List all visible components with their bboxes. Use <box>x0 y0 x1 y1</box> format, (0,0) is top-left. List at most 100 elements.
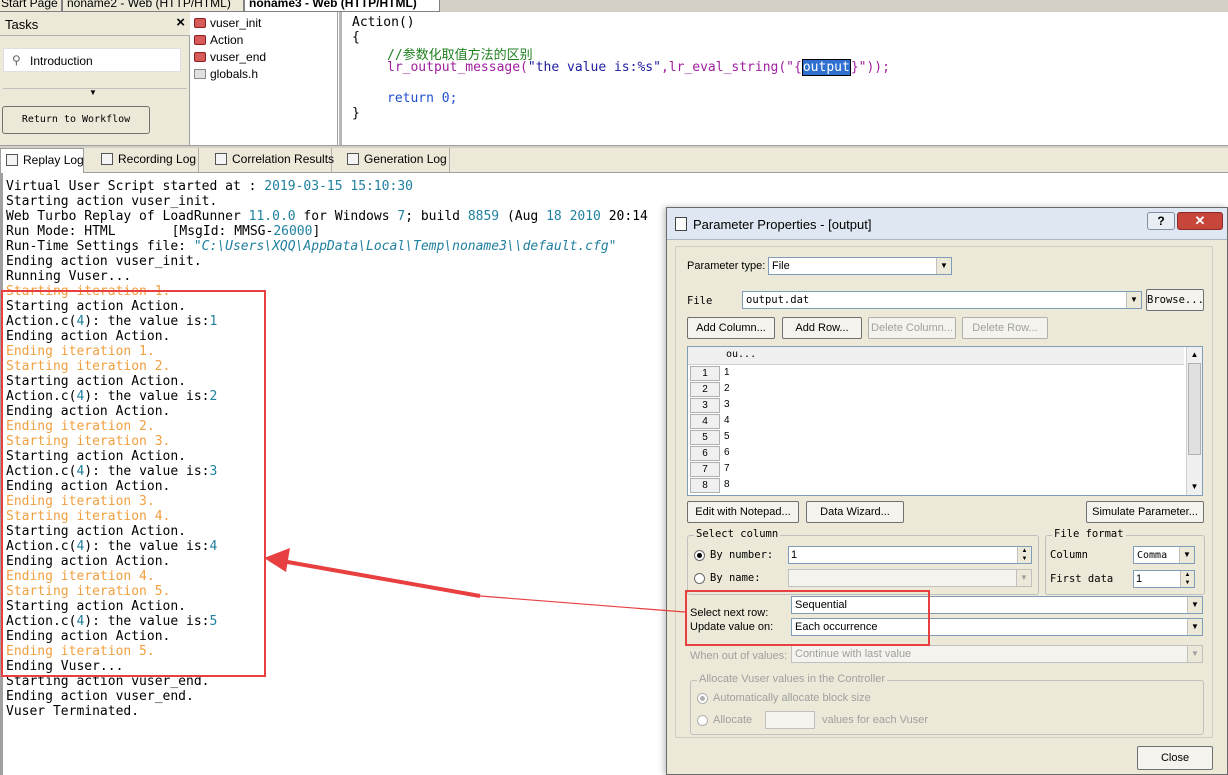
tab-generation-log[interactable]: Generation Log <box>342 148 450 172</box>
close-icon[interactable]: ✕ <box>1177 212 1223 230</box>
tab-label: Recording Log <box>118 152 197 166</box>
tree-item-vuser-init[interactable]: vuser_init <box>194 16 261 33</box>
grid-cell[interactable]: 2 <box>724 383 730 394</box>
log-line: Starting action Action. <box>6 599 187 614</box>
chevron-down-icon: ▼ <box>1016 570 1031 586</box>
action-tree: vuser_init Action vuser_end globals.h <box>190 12 338 145</box>
select-value: output.dat <box>746 294 810 306</box>
by-number-radio[interactable] <box>694 550 705 561</box>
auto-allocate-radio[interactable] <box>697 693 708 704</box>
grid-cell[interactable]: 7 <box>724 463 730 474</box>
task-item-introduction[interactable]: ⚲ Introduction <box>3 48 181 72</box>
scrollbar-thumb[interactable] <box>1188 363 1201 455</box>
code-editor[interactable]: Action() { //参数化取值方法的区别 lr_output_messag… <box>339 12 1228 145</box>
tab-noname2[interactable]: noname2 - Web (HTTP/HTML) <box>62 0 244 12</box>
select-column-group: Select column By number: 1 ▲ ▼ By name: ▼ <box>687 528 1039 595</box>
parameter-type-select[interactable]: File ▼ <box>768 257 952 275</box>
add-column-button[interactable]: Add Column... <box>687 317 775 339</box>
chevron-down-icon: ▼ <box>1187 619 1202 635</box>
browse-button[interactable]: Browse... <box>1146 289 1204 311</box>
delete-row-button[interactable]: Delete Row... <box>962 317 1048 339</box>
allocate-radio[interactable] <box>697 715 708 726</box>
grid-cell[interactable]: 8 <box>724 479 730 490</box>
column-delimiter-select[interactable]: Comma ▼ <box>1133 546 1195 564</box>
stepper-value: 1 <box>791 549 798 561</box>
delete-column-button[interactable]: Delete Column... <box>868 317 956 339</box>
select-next-row-label: Select next row: <box>690 607 769 619</box>
log-line: Vuser Terminated. <box>6 704 140 719</box>
log-value: 5 <box>209 614 218 629</box>
row-number: 2 <box>690 382 720 397</box>
close-icon[interactable]: × <box>176 14 185 31</box>
log-text: ] <box>312 224 321 239</box>
chevron-down-icon[interactable]: ▼ <box>89 88 97 97</box>
file-select[interactable]: output.dat ▼ <box>742 291 1142 309</box>
by-name-radio[interactable] <box>694 573 705 584</box>
chevron-down-icon[interactable]: ▼ <box>1187 479 1202 494</box>
column-number-stepper[interactable]: 1 ▲ ▼ <box>788 546 1032 564</box>
tab-correlation-results[interactable]: Correlation Results <box>210 148 334 172</box>
code-keyword: return <box>387 91 434 106</box>
code-line: } <box>352 106 360 121</box>
help-button[interactable]: ? <box>1147 212 1175 230</box>
grid-cell[interactable]: 6 <box>724 447 730 458</box>
update-value-select[interactable]: Each occurrence ▼ <box>791 618 1203 636</box>
allocate-count-input[interactable] <box>765 711 815 729</box>
chevron-up-icon[interactable]: ▲ <box>1187 347 1202 362</box>
code-line: { <box>352 30 360 45</box>
by-number-label: By number: <box>710 549 774 561</box>
parameter-data-grid[interactable]: ou... 11 22 33 44 55 66 77 88 ▲ ▼ <box>687 346 1203 496</box>
table-row[interactable]: 22 <box>688 382 1184 398</box>
auto-allocate-label: Automatically allocate block size <box>713 692 871 704</box>
table-row[interactable]: 77 <box>688 462 1184 478</box>
log-text: Run Mode: HTML <box>6 224 116 239</box>
tab-noname3[interactable]: noname3 - Web (HTTP/HTML) <box>244 0 440 12</box>
table-row[interactable]: 11 <box>688 366 1184 382</box>
grid-cell[interactable]: 3 <box>724 399 730 410</box>
tree-item-action[interactable]: Action <box>194 33 244 50</box>
column-name-select[interactable]: ▼ <box>788 569 1032 587</box>
grid-cell[interactable]: 4 <box>724 415 730 426</box>
table-row[interactable]: 44 <box>688 414 1184 430</box>
action-icon <box>194 18 206 28</box>
table-row[interactable]: 33 <box>688 398 1184 414</box>
log-line: Ending action vuser_end. <box>6 689 194 704</box>
log-line: Virtual User Script started at : 2019-03… <box>6 179 413 194</box>
stepper-arrows-icon[interactable]: ▲ ▼ <box>1017 547 1031 563</box>
log-number: 18 <box>546 209 562 224</box>
grid-cell[interactable]: 5 <box>724 431 730 442</box>
return-to-workflow-button[interactable]: Return to Workflow <box>2 106 150 134</box>
tab-replay-log[interactable]: Replay Log <box>0 148 84 173</box>
group-title: Allocate Vuser values in the Controller <box>697 673 888 685</box>
tree-item-vuser-end[interactable]: vuser_end <box>194 50 266 67</box>
log-line: Starting action vuser_init. <box>6 194 218 209</box>
log-line: Action.c(4): the value is:1 <box>6 314 217 329</box>
table-row[interactable]: 88 <box>688 478 1184 494</box>
log-line-iteration: Starting iteration 1. <box>6 284 171 299</box>
column-format-label: Column <box>1050 549 1088 561</box>
first-data-stepper[interactable]: 1 ▲ ▼ <box>1133 570 1195 588</box>
simulate-parameter-button[interactable]: Simulate Parameter... <box>1086 501 1204 523</box>
data-wizard-button[interactable]: Data Wizard... <box>806 501 904 523</box>
log-text: ; build <box>405 209 468 224</box>
stepper-arrows-icon[interactable]: ▲ ▼ <box>1180 571 1194 587</box>
log-number: 26000 <box>273 224 313 239</box>
tree-item-globals[interactable]: globals.h <box>194 67 258 84</box>
out-of-values-select[interactable]: Continue with last value ▼ <box>791 645 1203 663</box>
tab-start-page[interactable]: Start Page <box>0 0 62 12</box>
dialog-titlebar[interactable]: Parameter Properties - [output] ? ✕ <box>667 208 1227 240</box>
table-row[interactable]: 66 <box>688 446 1184 462</box>
add-row-button[interactable]: Add Row... <box>782 317 862 339</box>
allocate-vuser-group: Allocate Vuser values in the Controller … <box>690 673 1204 735</box>
edit-with-notepad-button[interactable]: Edit with Notepad... <box>687 501 799 523</box>
tasks-scroll-strip[interactable]: ▼ <box>3 88 187 100</box>
log-line: Action.c(4): the value is:4 <box>6 539 217 554</box>
tab-recording-log[interactable]: Recording Log <box>96 148 199 172</box>
grid-cell[interactable]: 1 <box>724 367 730 378</box>
log-line: Ending action vuser_init. <box>6 254 202 269</box>
table-row[interactable]: 55 <box>688 430 1184 446</box>
grid-header: ou... <box>688 347 1184 365</box>
select-next-row-select[interactable]: Sequential ▼ <box>791 596 1203 614</box>
close-button[interactable]: Close <box>1137 746 1213 770</box>
grid-scrollbar[interactable]: ▲ ▼ <box>1186 347 1202 495</box>
